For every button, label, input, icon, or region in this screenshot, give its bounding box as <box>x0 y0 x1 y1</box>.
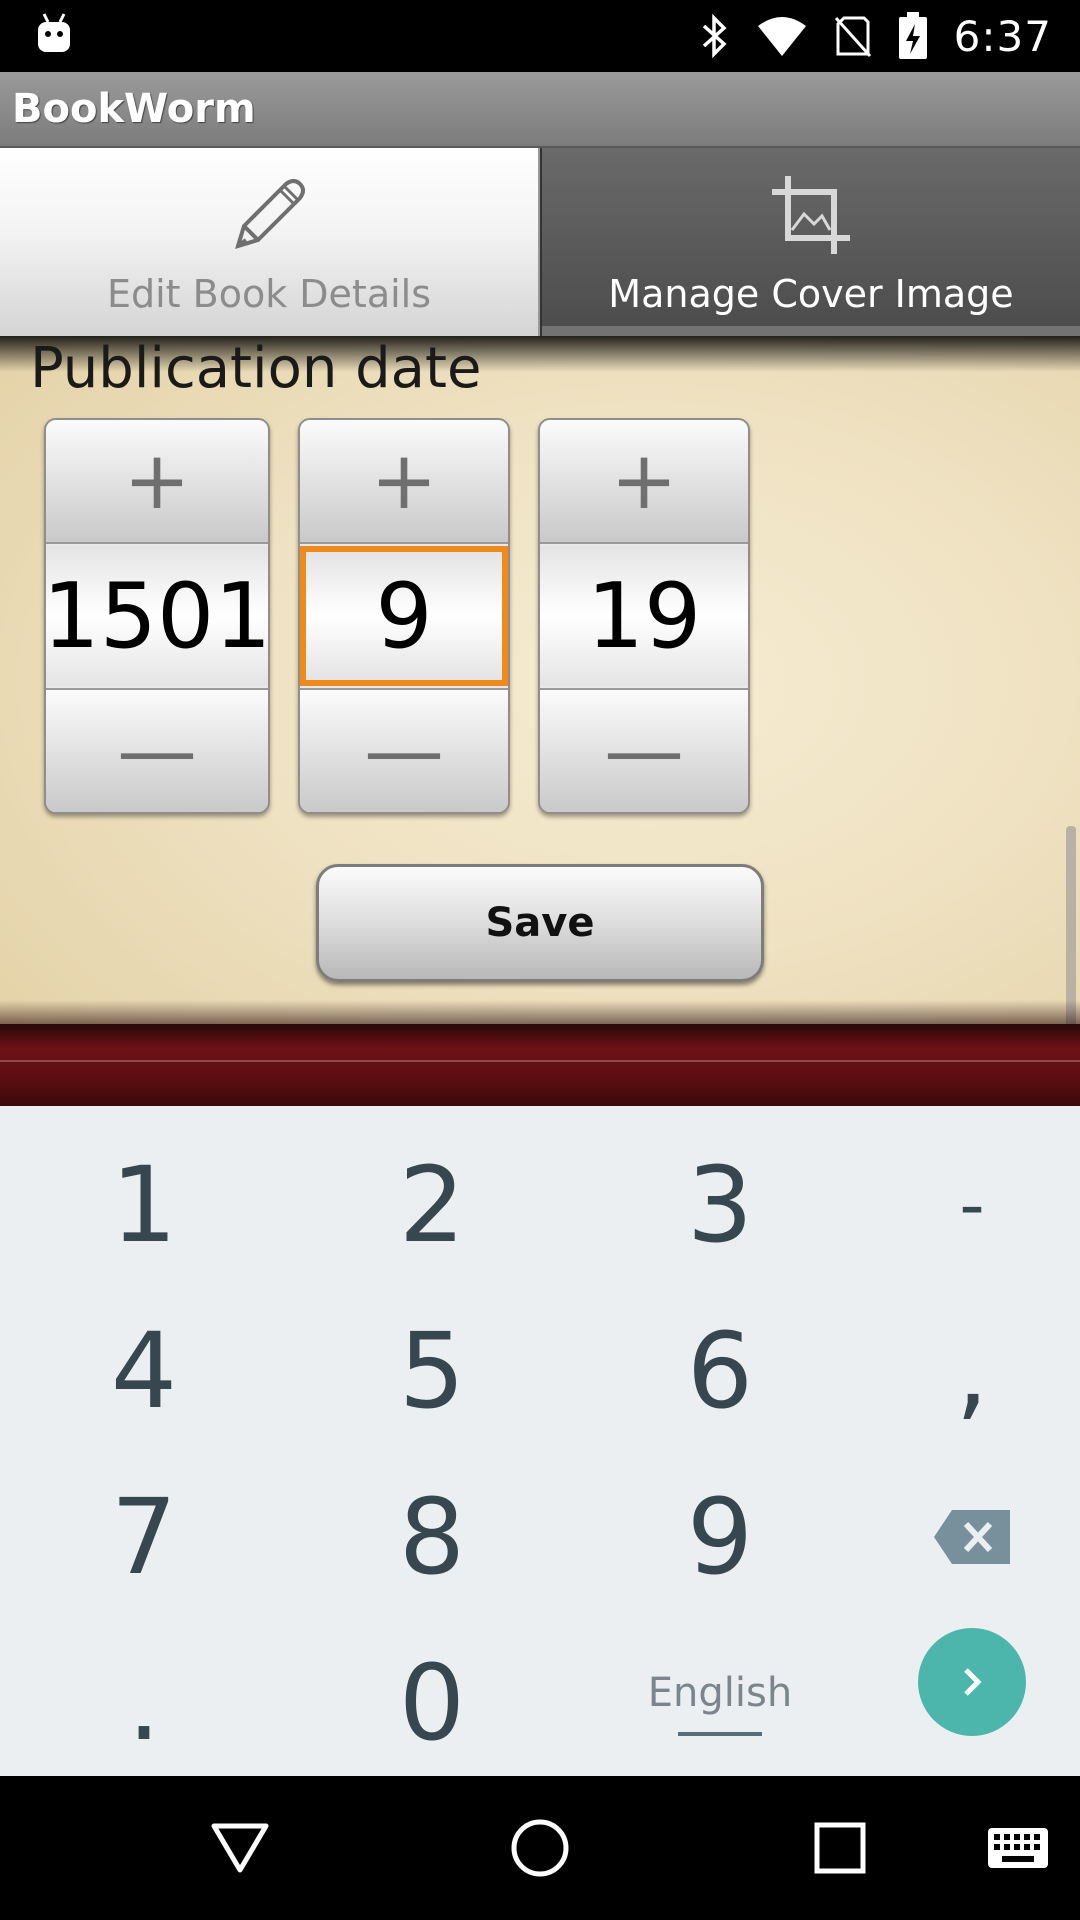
key-6[interactable]: 6 <box>620 1296 820 1446</box>
app-title-bar: BookWorm <box>0 72 1080 148</box>
key-dash[interactable]: - <box>872 1130 1072 1280</box>
month-value[interactable]: 9 <box>300 546 508 686</box>
go-key[interactable] <box>918 1628 1026 1736</box>
year-increment-button[interactable]: + <box>46 420 268 544</box>
key-0[interactable]: 0 <box>332 1628 532 1778</box>
month-picker: + 9 — <box>298 418 510 814</box>
key-4[interactable]: 4 <box>44 1296 244 1446</box>
recents-icon <box>814 1822 866 1874</box>
key-1[interactable]: 1 <box>44 1130 244 1280</box>
day-decrement-button[interactable]: — <box>540 688 748 812</box>
month-increment-button[interactable]: + <box>300 420 508 544</box>
backspace-icon <box>934 1510 1010 1564</box>
day-value[interactable]: 19 <box>540 546 748 686</box>
plus-icon: + <box>123 434 191 527</box>
save-button[interactable]: Save <box>316 864 764 982</box>
minus-icon: — <box>117 704 197 797</box>
key-comma[interactable]: , <box>872 1296 1072 1446</box>
key-7[interactable]: 7 <box>44 1462 244 1612</box>
year-decrement-button[interactable]: — <box>46 688 268 812</box>
key-3[interactable]: 3 <box>620 1130 820 1280</box>
battery-charging-icon <box>898 12 927 59</box>
home-icon <box>511 1819 569 1877</box>
recents-button[interactable] <box>780 1776 900 1920</box>
key-9[interactable]: 9 <box>620 1462 820 1612</box>
book-details-form: Publication date + 1501 — + 9 — + 19 — S… <box>0 336 1080 1106</box>
backspace-key[interactable] <box>872 1462 1072 1612</box>
plus-icon: + <box>610 434 678 527</box>
back-button[interactable] <box>180 1776 300 1920</box>
publication-date-label: Publication date <box>30 336 482 401</box>
year-picker: + 1501 — <box>44 418 270 814</box>
language-underline <box>678 1732 762 1736</box>
key-5[interactable]: 5 <box>332 1296 532 1446</box>
keyboard-icon <box>988 1828 1048 1868</box>
back-icon <box>211 1823 269 1873</box>
home-button[interactable] <box>480 1776 600 1920</box>
no-sim-icon <box>834 16 871 58</box>
language-key[interactable]: English <box>620 1628 820 1778</box>
year-value[interactable]: 1501 <box>46 546 268 686</box>
minus-icon: — <box>364 704 444 797</box>
leather-border <box>0 1000 1080 1106</box>
tab-label: Edit Book Details <box>106 272 432 316</box>
wifi-icon <box>757 17 806 56</box>
app-title: BookWorm <box>12 86 256 132</box>
minus-icon: — <box>604 704 684 797</box>
key-2[interactable]: 2 <box>332 1130 532 1280</box>
navigation-bar <box>0 1776 1080 1920</box>
clock: 6:37 <box>953 11 1052 61</box>
crop-icon <box>772 176 850 254</box>
month-decrement-button[interactable]: — <box>300 688 508 812</box>
keyboard-switch-button[interactable] <box>958 1776 1078 1920</box>
pencil-icon <box>235 179 305 249</box>
language-label: English <box>647 1670 793 1716</box>
status-bar: 6:37 <box>0 0 1080 72</box>
key-period[interactable]: . <box>44 1628 244 1778</box>
tab-bar: Edit Book Details Manage Cover Image <box>0 148 1080 336</box>
tab-edit-book-details[interactable]: Edit Book Details <box>0 148 540 336</box>
tab-label: Manage Cover Image <box>608 272 1014 316</box>
key-8[interactable]: 8 <box>332 1462 532 1612</box>
day-increment-button[interactable]: + <box>540 420 748 544</box>
chevron-right-icon <box>964 1668 982 1696</box>
bluetooth-icon <box>702 14 727 58</box>
day-picker: + 19 — <box>538 418 750 814</box>
plus-icon: + <box>370 434 438 527</box>
tab-manage-cover-image[interactable]: Manage Cover Image <box>540 148 1080 336</box>
stitch-line <box>0 1060 1080 1062</box>
android-icon <box>38 13 70 52</box>
